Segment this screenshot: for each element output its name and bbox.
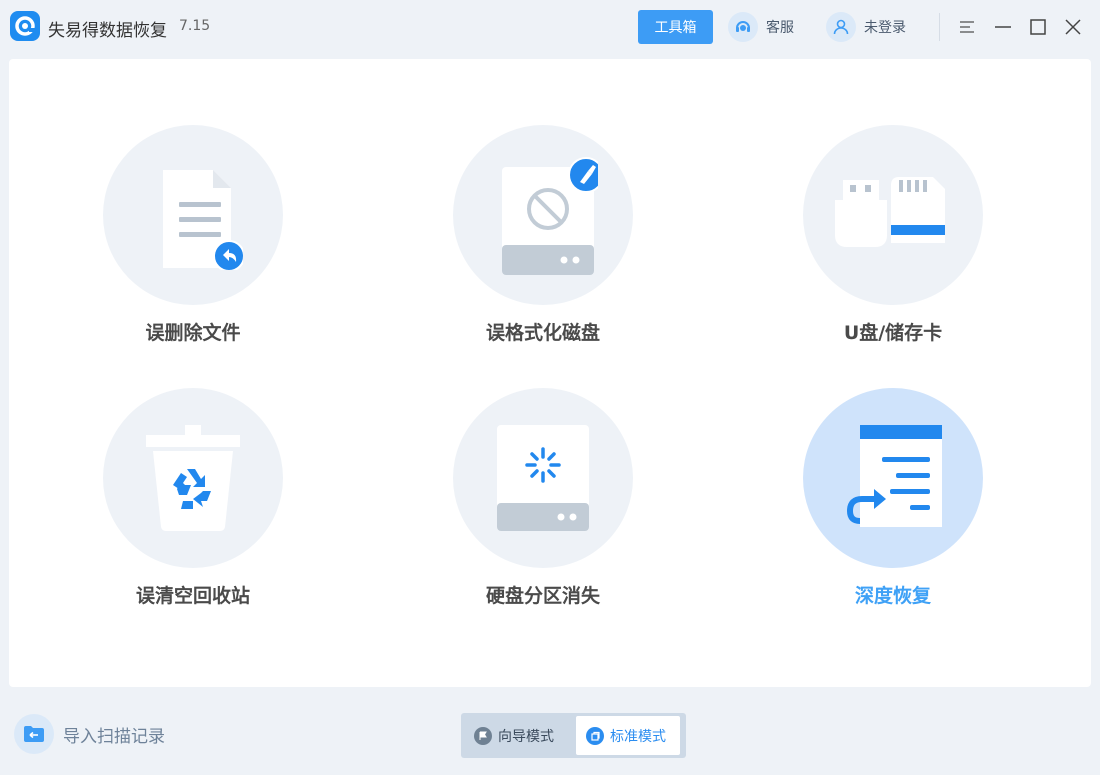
mode-switch: 向导模式 标准模式: [461, 713, 686, 758]
deep-recovery-icon: [803, 388, 983, 568]
deleted-file-icon: [103, 125, 283, 305]
app-title: 失易得数据恢复: [48, 21, 167, 41]
lost-partition-icon: [453, 388, 633, 568]
tile-deep-recovery[interactable]: 深度恢复: [773, 388, 1013, 618]
recovery-options-panel: 误删除文件 误格式化磁盘 U盘/储存卡 误清空回收站 硬盘分区消失 深度恢复: [9, 59, 1091, 687]
tile-label: U盘/储存卡: [843, 322, 943, 344]
maximize-button[interactable]: [1025, 14, 1051, 40]
formatted-disk-icon: [453, 125, 633, 305]
tile-label: 误清空回收站: [135, 585, 250, 607]
maximize-icon: [1030, 19, 1046, 35]
headset-icon: [728, 12, 758, 42]
folder-import-icon: [14, 714, 54, 754]
tile-formatted-disk[interactable]: 误格式化磁盘: [423, 125, 663, 355]
guide-mode-button[interactable]: 向导模式: [464, 716, 576, 755]
toolbox-button[interactable]: 工具箱: [638, 10, 713, 44]
login-label: 未登录: [864, 20, 906, 36]
window-icon: [586, 726, 604, 745]
menu-button[interactable]: [955, 14, 981, 40]
close-button[interactable]: [1060, 14, 1086, 40]
header-divider: [939, 13, 940, 41]
guide-mode-label: 向导模式: [498, 728, 554, 745]
tile-recycle-bin[interactable]: 误清空回收站: [73, 388, 313, 618]
minimize-button[interactable]: [990, 14, 1016, 40]
customer-service-button[interactable]: 客服: [728, 12, 794, 42]
import-scan-record-button[interactable]: 导入扫描记录: [14, 714, 165, 754]
standard-mode-button[interactable]: 标准模式: [576, 716, 680, 755]
tile-label: 误格式化磁盘: [485, 322, 600, 344]
tile-label: 硬盘分区消失: [485, 585, 600, 607]
title-bar: 失易得数据恢复 7.15 工具箱 客服 未登录: [0, 0, 1100, 56]
tile-usb-sdcard[interactable]: U盘/储存卡: [773, 125, 1013, 355]
menu-icon: [960, 21, 974, 33]
login-button[interactable]: 未登录: [826, 12, 906, 42]
tile-label: 深度恢复: [854, 585, 931, 607]
close-icon: [1065, 19, 1081, 35]
minimize-icon: [995, 26, 1011, 28]
app-version: 7.15: [179, 18, 211, 34]
import-scan-record-label: 导入扫描记录: [63, 726, 165, 747]
standard-mode-label: 标准模式: [610, 728, 666, 745]
recycle-bin-icon: [103, 388, 283, 568]
tile-label: 误删除文件: [145, 322, 241, 344]
tile-deleted-files[interactable]: 误删除文件: [73, 125, 313, 355]
usb-sdcard-icon: [803, 125, 983, 305]
flag-icon: [474, 726, 492, 745]
customer-service-label: 客服: [766, 20, 794, 36]
user-icon: [826, 12, 856, 42]
app-logo: [10, 11, 40, 41]
tile-lost-partition[interactable]: 硬盘分区消失: [423, 388, 663, 618]
